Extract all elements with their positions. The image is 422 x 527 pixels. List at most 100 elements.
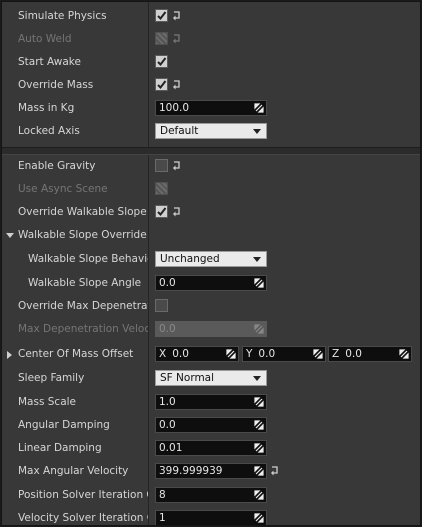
max-depenetration-velocity-input: 0.0 [155, 321, 267, 337]
row-override-mass: Override Mass [2, 74, 420, 97]
center-of-mass-x-input[interactable]: X 0.0 [155, 346, 239, 362]
row-angular-damping: Angular Damping 0.0 [2, 414, 420, 437]
drag-handle-icon [254, 324, 264, 334]
velocity-solver-iteration-label: Velocity Solver Iteration C [18, 512, 148, 524]
row-sleep-family: Sleep Family SF Normal [2, 367, 420, 390]
reset-to-default-icon[interactable] [172, 10, 181, 21]
walkable-slope-override-label: Walkable Slope Override [18, 229, 147, 241]
row-mass-scale: Mass Scale 1.0 [2, 391, 420, 414]
velocity-solver-iteration-input[interactable]: 1 [155, 510, 267, 525]
simulate-physics-label: Simulate Physics [18, 10, 107, 22]
expand-arrow-icon[interactable] [6, 233, 14, 238]
max-angular-velocity-value: 399.999939 [159, 465, 223, 477]
row-position-solver-iteration: Position Solver Iteration C 8 [2, 484, 420, 507]
drag-handle-icon[interactable] [254, 466, 264, 476]
mass-in-kg-input[interactable]: 100.0 [155, 100, 267, 116]
sleep-family-value: SF Normal [160, 372, 215, 384]
center-of-mass-z-input[interactable]: Z 0.0 [328, 346, 412, 362]
max-angular-velocity-label: Max Angular Velocity [18, 465, 129, 477]
start-awake-label: Start Awake [18, 56, 81, 68]
angular-damping-input[interactable]: 0.0 [155, 417, 267, 433]
start-awake-checkbox[interactable] [155, 55, 168, 68]
row-center-of-mass-offset: Center Of Mass Offset X 0.0 Y 0.0 Z 0.0 [2, 343, 420, 366]
position-solver-iteration-input[interactable]: 8 [155, 487, 267, 503]
walkable-slope-behavior-dropdown[interactable]: Unchanged [155, 251, 267, 267]
y-value: 0.0 [258, 348, 276, 360]
section-separator [2, 147, 420, 155]
auto-weld-label: Auto Weld [18, 33, 72, 45]
row-override-max-depenetration: Override Max Depenetrati [2, 295, 420, 318]
row-start-awake: Start Awake [2, 51, 420, 74]
simulate-physics-checkbox[interactable] [155, 9, 168, 22]
linear-damping-label: Linear Damping [18, 442, 102, 454]
locked-axis-dropdown[interactable]: Default [155, 123, 267, 139]
auto-weld-checkbox [155, 32, 168, 45]
override-max-depenetration-checkbox[interactable] [155, 299, 168, 312]
velocity-solver-iteration-value: 1 [159, 512, 166, 524]
override-mass-checkbox[interactable] [155, 78, 168, 91]
drag-handle-icon[interactable] [254, 443, 264, 453]
mass-in-kg-label: Mass in Kg [18, 102, 75, 114]
walkable-slope-angle-value: 0.0 [159, 277, 176, 289]
chevron-down-icon [253, 257, 261, 262]
physics-details-panel: Simulate Physics Auto Weld Start Awake O… [1, 1, 421, 526]
max-depenetration-velocity-value: 0.0 [159, 323, 176, 335]
reset-to-default-icon[interactable] [172, 206, 181, 217]
row-walkable-slope-angle: Walkable Slope Angle 0.0 [2, 272, 420, 295]
z-axis-label: Z [332, 348, 340, 360]
position-solver-iteration-value: 8 [159, 489, 166, 501]
center-of-mass-y-input[interactable]: Y 0.0 [242, 346, 326, 362]
center-of-mass-offset-label: Center Of Mass Offset [18, 348, 134, 360]
override-mass-label: Override Mass [18, 79, 94, 91]
walkable-slope-angle-input[interactable]: 0.0 [155, 275, 267, 291]
angular-damping-value: 0.0 [159, 419, 176, 431]
row-enable-gravity: Enable Gravity [2, 155, 420, 178]
use-async-scene-checkbox [155, 182, 168, 195]
drag-handle-icon[interactable] [313, 349, 323, 359]
max-angular-velocity-input[interactable]: 399.999939 [155, 463, 267, 479]
sleep-family-label: Sleep Family [18, 372, 85, 384]
override-walkable-slope-checkbox[interactable] [155, 205, 168, 218]
position-solver-iteration-label: Position Solver Iteration C [18, 489, 148, 501]
reset-to-default-icon[interactable] [270, 465, 279, 476]
chevron-down-icon [253, 129, 261, 134]
row-locked-axis: Locked Axis Default [2, 120, 420, 143]
row-mass-in-kg: Mass in Kg 100.0 [2, 97, 420, 120]
z-value: 0.0 [345, 348, 362, 360]
enable-gravity-label: Enable Gravity [18, 160, 96, 172]
enable-gravity-checkbox[interactable] [155, 159, 168, 172]
drag-handle-icon[interactable] [399, 349, 409, 359]
drag-handle-icon[interactable] [254, 513, 264, 523]
row-velocity-solver-iteration: Velocity Solver Iteration C 1 [2, 507, 420, 525]
row-linear-damping: Linear Damping 0.01 [2, 437, 420, 460]
mass-scale-label: Mass Scale [18, 396, 77, 408]
sleep-family-dropdown[interactable]: SF Normal [155, 370, 267, 386]
max-depenetration-velocity-label: Max Depenetration Veloci [18, 323, 148, 335]
drag-handle-icon[interactable] [254, 397, 264, 407]
expand-arrow-icon[interactable] [7, 351, 12, 359]
drag-handle-icon[interactable] [226, 349, 236, 359]
drag-handle-icon[interactable] [254, 420, 264, 430]
angular-damping-label: Angular Damping [18, 419, 110, 431]
linear-damping-input[interactable]: 0.01 [155, 440, 267, 456]
drag-handle-icon[interactable] [254, 490, 264, 500]
override-walkable-slope-label: Override Walkable Slope o [18, 206, 148, 218]
row-walkable-slope-behavior: Walkable Slope Behavio Unchanged [2, 248, 420, 271]
mass-in-kg-value: 100.0 [159, 102, 190, 114]
locked-axis-value: Default [160, 125, 199, 137]
reset-to-default-icon[interactable] [172, 79, 181, 90]
drag-handle-icon[interactable] [254, 103, 264, 113]
checkmark-icon [157, 80, 167, 90]
y-axis-label: Y [246, 348, 253, 360]
reset-to-default-icon [173, 34, 180, 44]
checkmark-icon [157, 11, 167, 21]
mass-scale-value: 1.0 [159, 396, 176, 408]
reset-to-default-icon[interactable] [172, 160, 181, 171]
chevron-down-icon [253, 376, 261, 381]
row-walkable-slope-override[interactable]: Walkable Slope Override [2, 224, 420, 247]
mass-scale-input[interactable]: 1.0 [155, 394, 267, 410]
drag-handle-icon[interactable] [254, 278, 264, 288]
checkmark-icon [157, 207, 167, 217]
use-async-scene-label: Use Async Scene [18, 183, 108, 195]
walkable-slope-behavior-label: Walkable Slope Behavio [28, 253, 148, 265]
